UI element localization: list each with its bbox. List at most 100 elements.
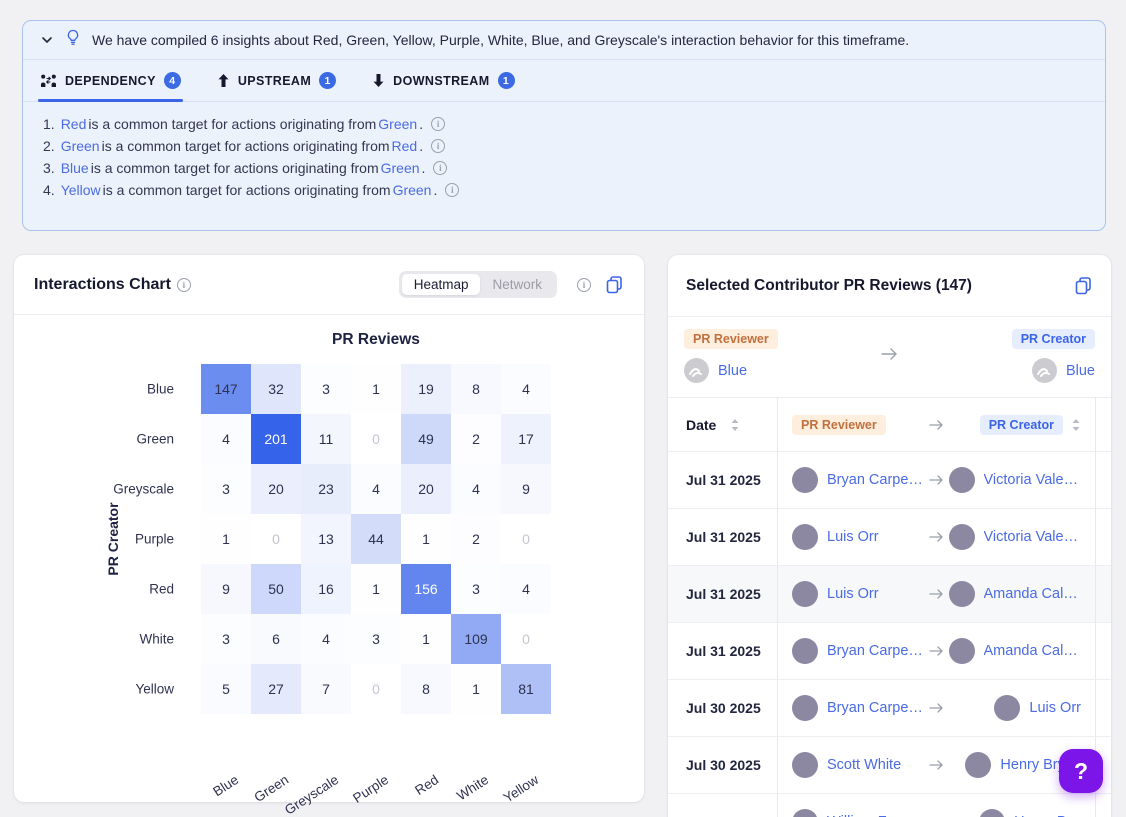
insight-target-link[interactable]: Green	[61, 135, 100, 157]
heatmap-cell-greyscale-red[interactable]: 20	[401, 464, 451, 514]
heatmap-cell-yellow-red[interactable]: 8	[401, 664, 451, 714]
toggle-option-heatmap[interactable]: Heatmap	[402, 274, 481, 295]
heatmap-cell-white-blue[interactable]: 3	[201, 614, 251, 664]
table-row[interactable]: Jul 31 2025 Bryan Carpenter Victoria Val…	[668, 451, 1111, 508]
heatmap-cell-yellow-blue[interactable]: 5	[201, 664, 251, 714]
heatmap-cell-yellow-white[interactable]: 1	[451, 664, 501, 714]
heatmap-cell-yellow-greyscale[interactable]: 7	[301, 664, 351, 714]
heatmap-cell-purple-blue[interactable]: 1	[201, 514, 251, 564]
heatmap-cell-blue-yellow[interactable]: 4	[501, 364, 551, 414]
heatmap-cell-greyscale-white[interactable]: 4	[451, 464, 501, 514]
reviewer-link[interactable]: Bryan Carpenter	[827, 700, 925, 716]
selected-reviewer-name[interactable]: Blue	[718, 363, 747, 379]
info-icon[interactable]: i	[445, 183, 459, 197]
info-icon[interactable]: i	[577, 278, 591, 292]
heatmap-cell-red-purple[interactable]: 1	[351, 564, 401, 614]
reviewer-link[interactable]: Scott White	[827, 757, 901, 773]
heatmap-cell-white-purple[interactable]: 3	[351, 614, 401, 664]
heatmap-cell-white-red[interactable]: 1	[401, 614, 451, 664]
heatmap-cell-green-purple[interactable]: 0	[351, 414, 401, 464]
info-icon[interactable]: i	[177, 278, 191, 292]
sort-icon[interactable]	[730, 418, 740, 432]
copy-icon[interactable]	[1074, 276, 1093, 295]
insight-source-link[interactable]: Green	[381, 157, 420, 179]
heatmap-cell-red-yellow[interactable]: 4	[501, 564, 551, 614]
row-creator: Victoria Valencia	[949, 467, 1082, 493]
table-row[interactable]: Jul 30 2025 William F… Henry B…	[668, 793, 1111, 817]
heatmap-cell-greyscale-greyscale[interactable]: 23	[301, 464, 351, 514]
reviewer-link[interactable]: Luis Orr	[827, 529, 879, 545]
info-icon[interactable]: i	[431, 139, 445, 153]
heatmap-cell-purple-yellow[interactable]: 0	[501, 514, 551, 564]
creator-link[interactable]: Amanda Calh…	[984, 586, 1082, 602]
heatmap-cell-yellow-green[interactable]: 27	[251, 664, 301, 714]
reviewer-link[interactable]: Luis Orr	[827, 586, 879, 602]
insight-text: is a common target for actions originati…	[102, 135, 390, 157]
heatmap-cell-green-white[interactable]: 2	[451, 414, 501, 464]
creator-link[interactable]: Victoria Valencia	[984, 529, 1082, 545]
heatmap-cell-red-green[interactable]: 50	[251, 564, 301, 614]
table-row[interactable]: Jul 31 2025 Bryan Carpenter Amanda Calh…	[668, 622, 1111, 679]
heatmap-column-label: White	[454, 772, 491, 803]
reviews-table-body: Jul 31 2025 Bryan Carpenter Victoria Val…	[668, 451, 1111, 817]
heatmap-cell-blue-red[interactable]: 19	[401, 364, 451, 414]
heatmap-cell-blue-white[interactable]: 8	[451, 364, 501, 414]
heatmap-cell-greyscale-purple[interactable]: 4	[351, 464, 401, 514]
copy-icon[interactable]	[605, 275, 624, 294]
heatmap-cell-purple-red[interactable]: 1	[401, 514, 451, 564]
date-column-header[interactable]: Date	[686, 417, 716, 433]
insight-target-link[interactable]: Yellow	[61, 179, 101, 201]
chevron-down-icon[interactable]	[40, 33, 54, 47]
insight-target-link[interactable]: Red	[61, 113, 87, 135]
heatmap-cell-green-yellow[interactable]: 17	[501, 414, 551, 464]
heatmap-cell-greyscale-green[interactable]: 20	[251, 464, 301, 514]
insight-source-link[interactable]: Red	[392, 135, 418, 157]
insight-source-link[interactable]: Green	[378, 113, 417, 135]
heatmap-cell-white-green[interactable]: 6	[251, 614, 301, 664]
heatmap-cell-yellow-purple[interactable]: 0	[351, 664, 401, 714]
heatmap-cell-green-blue[interactable]: 4	[201, 414, 251, 464]
heatmap-cell-green-greyscale[interactable]: 11	[301, 414, 351, 464]
heatmap-cell-purple-greyscale[interactable]: 13	[301, 514, 351, 564]
heatmap-cell-red-greyscale[interactable]: 16	[301, 564, 351, 614]
heatmap-cell-white-yellow[interactable]: 0	[501, 614, 551, 664]
tab-downstream[interactable]: DOWNSTREAM 1	[372, 60, 514, 101]
heatmap-cell-red-blue[interactable]: 9	[201, 564, 251, 614]
table-row[interactable]: Jul 31 2025 Luis Orr Amanda Calh…	[668, 565, 1111, 622]
creator-link[interactable]: Luis Orr	[1029, 700, 1081, 716]
heatmap-cell-white-white[interactable]: 109	[451, 614, 501, 664]
table-row[interactable]: Jul 30 2025 Scott White Henry Bryan	[668, 736, 1111, 793]
help-button[interactable]: ?	[1059, 749, 1103, 793]
creator-link[interactable]: Amanda Calh…	[984, 643, 1082, 659]
heatmap-cell-blue-blue[interactable]: 147	[201, 364, 251, 414]
tab-dependency[interactable]: DEPENDENCY 4	[40, 60, 181, 101]
heatmap-cell-green-green[interactable]: 201	[251, 414, 301, 464]
info-icon[interactable]: i	[431, 117, 445, 131]
reviewer-link[interactable]: Bryan Carpenter	[827, 472, 925, 488]
heatmap-cell-blue-greyscale[interactable]: 3	[301, 364, 351, 414]
insight-target-link[interactable]: Blue	[61, 157, 89, 179]
heatmap-cell-green-red[interactable]: 49	[401, 414, 451, 464]
selected-creator-name[interactable]: Blue	[1066, 363, 1095, 379]
insight-source-link[interactable]: Green	[393, 179, 432, 201]
heatmap-cell-blue-purple[interactable]: 1	[351, 364, 401, 414]
creator-link[interactable]: Victoria Valencia	[984, 472, 1082, 488]
heatmap-cell-white-greyscale[interactable]: 4	[301, 614, 351, 664]
heatmap-cell-purple-green[interactable]: 0	[251, 514, 301, 564]
heatmap-cell-red-white[interactable]: 3	[451, 564, 501, 614]
heatmap-cell-greyscale-yellow[interactable]: 9	[501, 464, 551, 514]
sort-icon[interactable]	[1071, 418, 1081, 432]
heatmap-cell-purple-purple[interactable]: 44	[351, 514, 401, 564]
tab-upstream[interactable]: UPSTREAM 1	[217, 60, 336, 101]
heatmap-cell-greyscale-blue[interactable]: 3	[201, 464, 251, 514]
heatmap-cell-purple-white[interactable]: 2	[451, 514, 501, 564]
pr-reviewer-column-badge: PR Reviewer	[792, 415, 886, 435]
table-row[interactable]: Jul 31 2025 Luis Orr Victoria Valencia	[668, 508, 1111, 565]
info-icon[interactable]: i	[433, 161, 447, 175]
heatmap-cell-red-red[interactable]: 156	[401, 564, 451, 614]
table-row[interactable]: Jul 30 2025 Bryan Carpenter Luis Orr	[668, 679, 1111, 736]
toggle-option-network[interactable]: Network	[480, 274, 554, 295]
heatmap-cell-blue-green[interactable]: 32	[251, 364, 301, 414]
reviewer-link[interactable]: Bryan Carpenter	[827, 643, 925, 659]
heatmap-cell-yellow-yellow[interactable]: 81	[501, 664, 551, 714]
